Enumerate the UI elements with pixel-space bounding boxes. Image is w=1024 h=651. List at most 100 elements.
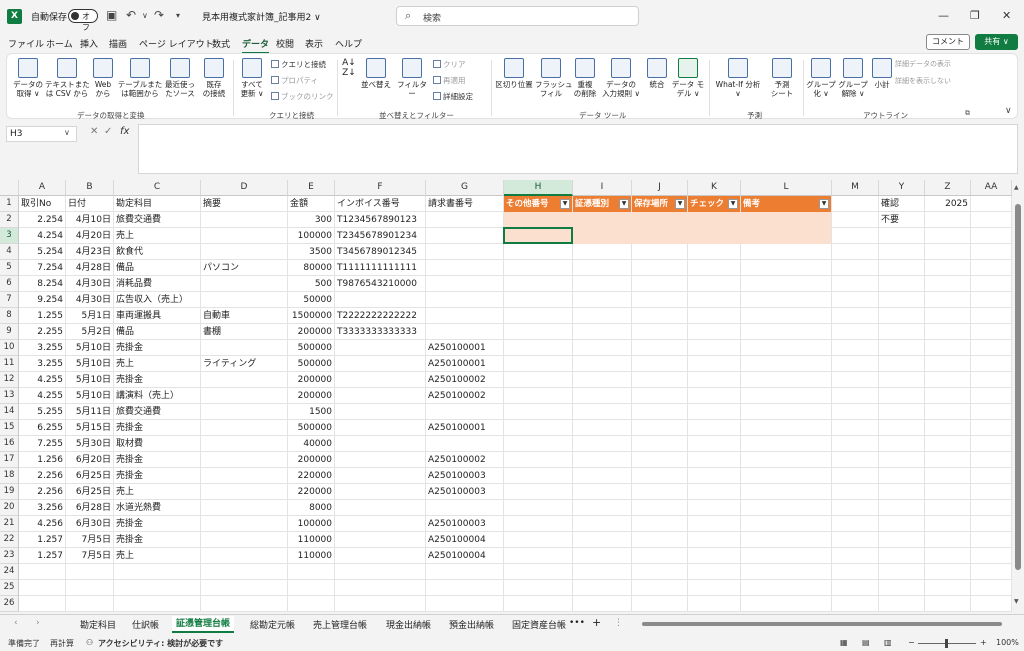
row-header-13[interactable]: 13 <box>0 388 19 404</box>
cell-a5[interactable]: 7.254 <box>19 260 66 276</box>
row-header-5[interactable]: 5 <box>0 260 19 276</box>
cell-d9[interactable]: 書棚 <box>201 324 288 340</box>
cell-a12[interactable]: 4.255 <box>19 372 66 388</box>
cell-z1[interactable]: 2025 <box>925 196 971 212</box>
column-header-g[interactable]: G <box>426 180 504 196</box>
vertical-scroll-thumb[interactable] <box>1015 204 1021 570</box>
cell-g13[interactable]: A250100002 <box>426 388 504 404</box>
cell-y1[interactable]: 確認 <box>879 196 925 212</box>
data-validation-button[interactable]: データの 入力規則 ∨ <box>601 58 641 98</box>
cell-b12[interactable]: 5月10日 <box>66 372 114 388</box>
cell-c21[interactable]: 売掛金 <box>114 516 201 532</box>
cell-b14[interactable]: 5月11日 <box>66 404 114 420</box>
scroll-up-icon[interactable]: ▲ <box>1014 184 1019 191</box>
cell-e14[interactable]: 1500 <box>288 404 335 420</box>
share-button[interactable]: 共有 ∨ <box>975 34 1018 50</box>
row-header-15[interactable]: 15 <box>0 420 19 436</box>
cell-b19[interactable]: 6月25日 <box>66 484 114 500</box>
queries-connections-button[interactable]: クエリと接続 <box>271 59 326 70</box>
cell-e15[interactable]: 500000 <box>288 420 335 436</box>
page-layout-view-icon[interactable]: ▤ <box>862 638 870 647</box>
cell-c17[interactable]: 売掛金 <box>114 452 201 468</box>
workbook-links-button[interactable]: ブックのリンク <box>271 91 334 102</box>
row-header-25[interactable]: 25 <box>0 580 19 596</box>
undo-icon[interactable]: ↶ <box>126 8 136 22</box>
cell-a11[interactable]: 3.255 <box>19 356 66 372</box>
cell-g1[interactable]: 請求書番号 <box>426 196 504 212</box>
cell-c3[interactable]: 売上 <box>114 228 201 244</box>
cell-f5[interactable]: T1111111111111 <box>335 260 426 276</box>
cell-a2[interactable]: 2.254 <box>19 212 66 228</box>
menu-help[interactable]: ヘルプ <box>335 37 362 50</box>
cell-e7[interactable]: 50000 <box>288 292 335 308</box>
show-detail-button[interactable]: 詳細データの表示 <box>895 59 951 69</box>
tab-scroll-right-icon[interactable]: › <box>36 618 40 628</box>
column-header-f[interactable]: F <box>335 180 426 196</box>
cell-a18[interactable]: 2.256 <box>19 468 66 484</box>
cell-b8[interactable]: 5月1日 <box>66 308 114 324</box>
insert-function-icon[interactable]: fx <box>120 126 129 137</box>
zoom-level[interactable]: 100% <box>996 638 1019 647</box>
cell-e12[interactable]: 200000 <box>288 372 335 388</box>
hide-detail-button[interactable]: 詳細を表示しない <box>895 76 951 86</box>
row-header-4[interactable]: 4 <box>0 244 19 260</box>
cell-b6[interactable]: 4月30日 <box>66 276 114 292</box>
row-header-16[interactable]: 16 <box>0 436 19 452</box>
row-header-14[interactable]: 14 <box>0 404 19 420</box>
worksheet-grid[interactable]: A B C D E F G H I J K L M Y Z AA 1 2 3 4 5 6 7 8 9 10 11 12 13 14 15 16… <box>0 180 1012 612</box>
cell-g21[interactable]: A250100003 <box>426 516 504 532</box>
row-header-19[interactable]: 19 <box>0 484 19 500</box>
cell-b17[interactable]: 6月20日 <box>66 452 114 468</box>
cell-d11[interactable]: ライティング <box>201 356 288 372</box>
row-header-7[interactable]: 7 <box>0 292 19 308</box>
row-header-3[interactable]: 3 <box>0 228 19 244</box>
menu-view[interactable]: 表示 <box>305 37 323 50</box>
column-header-m[interactable]: M <box>832 180 879 196</box>
cell-a19[interactable]: 2.256 <box>19 484 66 500</box>
cell-b13[interactable]: 5月10日 <box>66 388 114 404</box>
get-data-button[interactable]: データの 取得 ∨ <box>11 58 45 98</box>
cell-b3[interactable]: 4月20日 <box>66 228 114 244</box>
cell-e21[interactable]: 100000 <box>288 516 335 532</box>
cell-c18[interactable]: 売掛金 <box>114 468 201 484</box>
comment-button[interactable]: コメント <box>926 34 970 50</box>
forecast-sheet-button[interactable]: 予測 シート <box>765 58 799 98</box>
cell-a17[interactable]: 1.256 <box>19 452 66 468</box>
column-header-b[interactable]: B <box>66 180 114 196</box>
row-header-9[interactable]: 9 <box>0 324 19 340</box>
cell-c5[interactable]: 備品 <box>114 260 201 276</box>
cell-b11[interactable]: 5月10日 <box>66 356 114 372</box>
tab-scroll-left-icon[interactable]: ‹ <box>14 618 18 628</box>
cell-e13[interactable]: 200000 <box>288 388 335 404</box>
save-icon[interactable]: ▣ <box>106 8 117 22</box>
cell-g22[interactable]: A250100004 <box>426 532 504 548</box>
from-table-button[interactable]: テーブルまた は範囲から <box>117 58 163 98</box>
cell-g17[interactable]: A250100002 <box>426 452 504 468</box>
reapply-button[interactable]: 再適用 <box>433 75 466 86</box>
column-header-aa[interactable]: AA <box>971 180 1012 196</box>
cell-e5[interactable]: 80000 <box>288 260 335 276</box>
row-header-18[interactable]: 18 <box>0 468 19 484</box>
tab-accounts[interactable]: 勘定科目 <box>80 618 116 631</box>
normal-view-icon[interactable]: ▦ <box>840 638 848 647</box>
cell-e17[interactable]: 200000 <box>288 452 335 468</box>
tabs-more-options-icon[interactable]: ⋮ <box>614 618 623 628</box>
what-if-analysis-button[interactable]: What-If 分析 ∨ <box>711 58 765 98</box>
page-break-view-icon[interactable]: ▥ <box>884 638 892 647</box>
cell-e2[interactable]: 300 <box>288 212 335 228</box>
column-header-z[interactable]: Z <box>925 180 971 196</box>
cell-c14[interactable]: 旅費交通費 <box>114 404 201 420</box>
cell-c7[interactable]: 広告収入（売上） <box>114 292 201 308</box>
cell-e6[interactable]: 500 <box>288 276 335 292</box>
cell-e20[interactable]: 8000 <box>288 500 335 516</box>
active-cell-selection[interactable] <box>503 227 573 244</box>
column-header-c[interactable]: C <box>114 180 201 196</box>
restore-icon[interactable]: ❐ <box>970 9 980 22</box>
group-button[interactable]: グループ 化 ∨ <box>805 58 837 98</box>
tab-bank-book[interactable]: 預金出納帳 <box>449 618 494 631</box>
cell-e19[interactable]: 220000 <box>288 484 335 500</box>
cell-c9[interactable]: 備品 <box>114 324 201 340</box>
cell-a21[interactable]: 4.256 <box>19 516 66 532</box>
cell-c2[interactable]: 旅費交通費 <box>114 212 201 228</box>
cell-f3[interactable]: T2345678901234 <box>335 228 426 244</box>
